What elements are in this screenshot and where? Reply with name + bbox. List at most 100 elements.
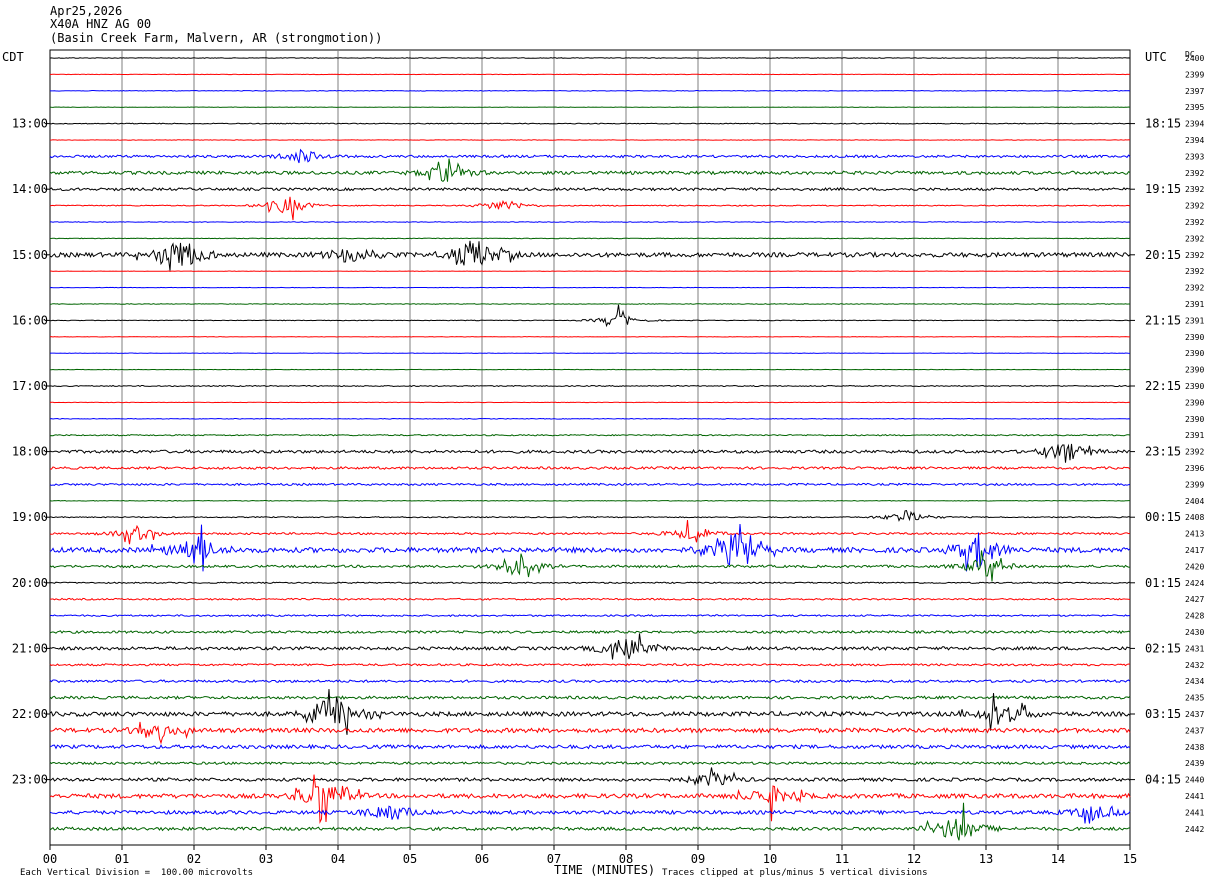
- trace-line: [49, 303, 1130, 305]
- trace-line: [49, 767, 1131, 786]
- dc-offset-label: 2392: [1185, 185, 1204, 194]
- trace-line: [49, 443, 1131, 463]
- dc-offset-label: 2392: [1185, 169, 1204, 178]
- dc-offset-label: 2399: [1185, 480, 1204, 489]
- dc-offset-label: 2397: [1185, 87, 1204, 96]
- footer-clip-note: Traces clipped at plus/minus 5 vertical …: [662, 868, 928, 878]
- trace-line: [49, 695, 1131, 700]
- x-tick-label: 13: [979, 852, 993, 866]
- dc-offset-label: 2391: [1185, 431, 1204, 440]
- x-tick-label: 14: [1051, 852, 1065, 866]
- trace-line: [49, 304, 1131, 328]
- right-time-label: 19:15: [1145, 182, 1181, 196]
- right-time-label: 01:15: [1145, 576, 1181, 590]
- right-time-label: 23:15: [1145, 445, 1181, 459]
- left-time-label: 23:00: [12, 773, 48, 787]
- dc-offset-label: 2392: [1185, 218, 1204, 227]
- dc-offset-label: 2428: [1185, 612, 1204, 621]
- x-tick-label: 03: [259, 852, 273, 866]
- left-time-label: 22:00: [12, 707, 48, 721]
- dc-offset-label: 2390: [1185, 415, 1204, 424]
- dc-offset-label: 2393: [1185, 152, 1204, 161]
- trace-line: [49, 633, 1131, 660]
- right-time-label: 22:15: [1145, 379, 1181, 393]
- trace-line: [49, 465, 1131, 471]
- dc-offset-label: 2390: [1185, 398, 1204, 407]
- right-time-label: 03:15: [1145, 707, 1181, 721]
- trace-line: [49, 743, 1131, 750]
- dc-offset-label: 2440: [1185, 776, 1204, 785]
- trace-line: [49, 240, 1131, 271]
- dc-offset-label: 2399: [1185, 70, 1204, 79]
- x-tick-label: 05: [403, 852, 417, 866]
- trace-line: [49, 679, 1131, 684]
- dc-offset-label: 2390: [1185, 349, 1204, 358]
- right-time-label: 18:15: [1145, 117, 1181, 131]
- dc-offset-label: 2438: [1185, 743, 1204, 752]
- dc-offset-label: 2390: [1185, 382, 1204, 391]
- trace-line: [49, 196, 1131, 221]
- right-time-label: 00:15: [1145, 510, 1181, 524]
- dc-offset-label: 2432: [1185, 661, 1204, 670]
- dc-offset-label: 2395: [1185, 103, 1204, 112]
- left-time-label: 13:00: [12, 117, 48, 131]
- x-tick-label: 10: [763, 852, 777, 866]
- trace-line: [49, 663, 1131, 667]
- trace-line: [50, 221, 1131, 223]
- dc-offset-label: 2437: [1185, 710, 1204, 719]
- x-axis-title: TIME (MINUTES): [554, 863, 656, 877]
- trace-line: [50, 597, 1131, 601]
- dc-offset-label: 2442: [1185, 825, 1204, 834]
- left-time-label: 16:00: [12, 313, 48, 327]
- trace-line: [49, 614, 1130, 618]
- dc-offset-label: 2392: [1185, 284, 1204, 293]
- left-time-label: 21:00: [12, 641, 48, 655]
- x-tick-label: 09: [691, 852, 705, 866]
- dc-offset-label: 2392: [1185, 234, 1204, 243]
- trace-line: [49, 689, 1131, 735]
- dc-offset-label: 2441: [1185, 808, 1204, 817]
- dc-offset-label: 2435: [1185, 694, 1204, 703]
- dc-offset-label: 2439: [1185, 759, 1204, 768]
- dc-offset-label: 2396: [1185, 464, 1204, 473]
- trace-line: [49, 237, 1131, 240]
- trace-line: [49, 805, 1131, 824]
- x-tick-label: 06: [475, 852, 489, 866]
- dc-offset-label: 2408: [1185, 513, 1204, 522]
- dc-offset-label: 2400: [1185, 54, 1204, 63]
- dc-offset-label: 2434: [1185, 677, 1204, 686]
- dc-offset-label: 2413: [1185, 530, 1204, 539]
- left-time-label: 15:00: [12, 248, 48, 262]
- dc-offset-label: 2390: [1185, 333, 1204, 342]
- left-time-label: 20:00: [12, 576, 48, 590]
- dc-offset-label: 2391: [1185, 316, 1204, 325]
- trace-line: [49, 802, 1131, 841]
- dc-offset-label: 2420: [1185, 562, 1204, 571]
- footer-scale-note: Each Vertical Division = 100.00 microvol…: [20, 868, 253, 878]
- trace-line: [49, 148, 1131, 164]
- helicorder-plot: 00 01 02 03 04 05 06 07 08 09 10 11 12 13 14 1524002399…: [12, 49, 1204, 866]
- trace-line: [49, 761, 1131, 766]
- dc-offset-label: 2392: [1185, 448, 1204, 457]
- dc-offset-label: 2392: [1185, 267, 1204, 276]
- dc-offset-label: 2417: [1185, 546, 1204, 555]
- dc-offset-label: 2437: [1185, 726, 1204, 735]
- dc-offset-label: 2392: [1185, 202, 1204, 211]
- trace-line: [50, 89, 1131, 92]
- dc-offset-label: 2441: [1185, 792, 1204, 801]
- left-time-label: 19:00: [12, 510, 48, 524]
- trace-line: [49, 519, 1131, 545]
- trace-line: [49, 499, 1130, 502]
- trace-line: [49, 510, 1131, 522]
- trace-line: [49, 721, 1131, 745]
- x-tick-label: 04: [331, 852, 345, 866]
- dc-offset-label: 2394: [1185, 120, 1204, 129]
- trace-line: [49, 187, 1131, 192]
- x-tick-label: 02: [187, 852, 201, 866]
- right-time-label: 02:15: [1145, 641, 1181, 655]
- trace-line: [49, 417, 1131, 420]
- dc-offset-label: 2427: [1185, 595, 1204, 604]
- trace-line: [49, 482, 1131, 487]
- trace-line: [49, 122, 1131, 125]
- x-tick-label: 01: [115, 852, 129, 866]
